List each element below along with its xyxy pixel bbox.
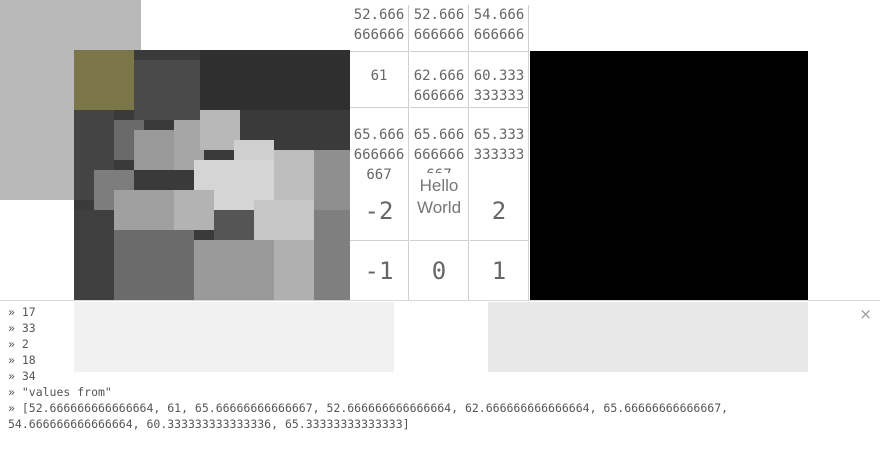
console-line: » 18 bbox=[8, 353, 36, 367]
console-line: » 33 bbox=[8, 321, 36, 335]
console-line: » 17 bbox=[8, 305, 36, 319]
matrix-cell-r5c1: -1 bbox=[350, 241, 409, 300]
console-line: » "values from" bbox=[8, 385, 112, 399]
matrix-cell-r3c2: 65.666666666667 bbox=[410, 108, 469, 182]
console-line: » 2 bbox=[8, 337, 29, 351]
close-icon[interactable]: × bbox=[859, 305, 872, 323]
console-panel[interactable]: × » 17 » 33 » 2 » 18 » 34 » "values from… bbox=[0, 300, 880, 461]
matrix-cell-r1c2: 52.666666666 bbox=[410, 5, 469, 52]
matrix-cell-r1c1: 52.666666666 bbox=[350, 5, 409, 52]
matrix-cell-r4c3: 2 bbox=[470, 181, 529, 241]
matrix-cell-r2c3: 60.333333333 bbox=[470, 52, 529, 108]
matrix-cell-r1c3: 54.666666666 bbox=[470, 5, 529, 52]
olive-pixel bbox=[74, 50, 134, 110]
canvas-stage: 52.666666666 52.666666666 54.666666666 6… bbox=[0, 0, 880, 300]
console-line: » 34 bbox=[8, 369, 36, 383]
matrix-cell-r3c3: 65.333333333 bbox=[470, 108, 529, 182]
matrix-cell-r2c1: 61 bbox=[350, 52, 409, 108]
pixelated-image bbox=[74, 50, 350, 300]
matrix-cell-r5c3: 1 bbox=[470, 241, 529, 300]
hello-world-cell: Hello World bbox=[410, 173, 469, 241]
console-ghost-image-right bbox=[488, 302, 808, 372]
console-array-output: » [52.666666666666664, 61, 65.6666666666… bbox=[8, 401, 729, 431]
matrix-cell-r4c1: -2 bbox=[350, 181, 409, 241]
matrix-cell-r5c2: 0 bbox=[410, 241, 469, 300]
matrix-cell-r3c1: 65.666666666667 bbox=[350, 108, 409, 182]
matrix-cell-r2c2: 62.666666666 bbox=[410, 52, 469, 108]
black-canvas bbox=[530, 51, 808, 300]
console-ghost-image-left bbox=[74, 302, 394, 372]
